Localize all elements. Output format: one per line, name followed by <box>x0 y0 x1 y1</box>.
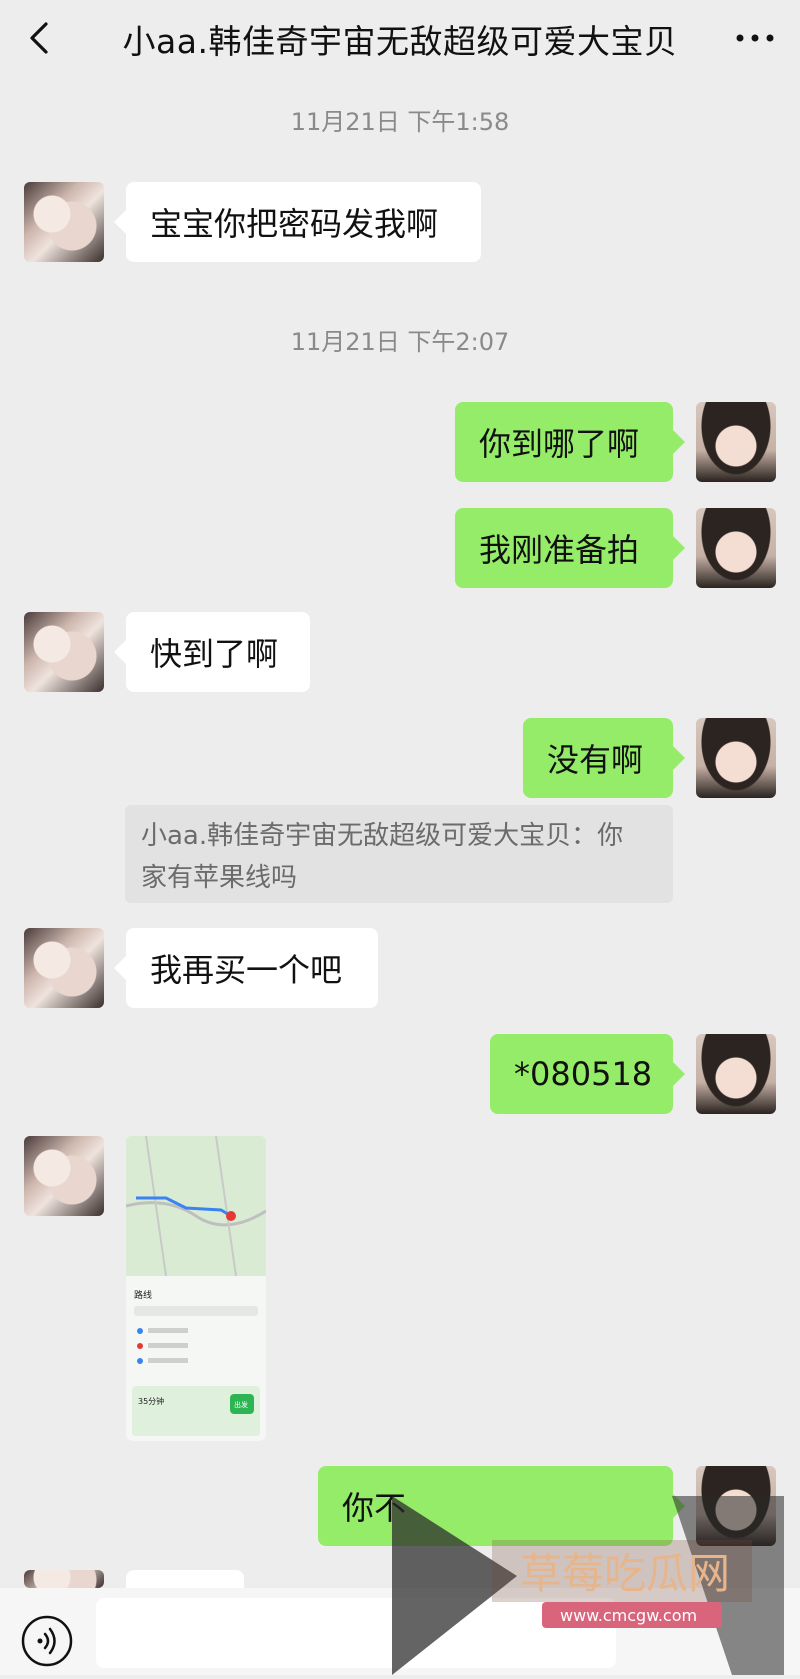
contact-avatar[interactable] <box>24 1136 104 1216</box>
more-icon <box>736 34 774 42</box>
quote-line: 家有苹果线吗 <box>141 863 298 893</box>
chevron-left-icon <box>30 22 48 54</box>
chat-header: 小aa.韩佳奇宇宙无敌超级可爱大宝贝 <box>0 0 800 78</box>
contact-avatar[interactable] <box>24 182 104 262</box>
my-avatar[interactable] <box>696 1466 776 1546</box>
message-bubble-sent[interactable]: 没有啊 <box>523 718 685 798</box>
chat-title: 小aa.韩佳奇宇宙无敌超级可爱大宝贝 <box>122 22 678 61</box>
timestamp: 11月21日 下午2:07 <box>290 328 510 356</box>
timestamp: 11月21日 下午1:58 <box>290 108 510 136</box>
contact-avatar[interactable] <box>24 928 104 1008</box>
back-button[interactable] <box>20 18 60 58</box>
voice-icon <box>21 1615 73 1667</box>
message-bubble-received[interactable] <box>126 1570 244 1588</box>
map-thumbnail: 路线 35分钟 出发 <box>126 1136 266 1441</box>
message-bubble-sent[interactable]: *080518 <box>490 1034 685 1114</box>
message-bubble-received[interactable]: 快到了啊 <box>114 612 310 692</box>
go-button-label: 出发 <box>234 1400 248 1409</box>
message-input[interactable] <box>96 1598 616 1668</box>
my-avatar[interactable] <box>696 508 776 588</box>
contact-avatar[interactable] <box>24 1570 104 1588</box>
my-avatar[interactable] <box>696 1034 776 1114</box>
contact-avatar[interactable] <box>24 612 104 692</box>
my-avatar[interactable] <box>696 402 776 482</box>
message-bubble-received[interactable]: 我再买一个吧 <box>114 928 378 1008</box>
message-bubble-sent[interactable]: 我刚准备拍 <box>455 508 685 588</box>
message-bubble-sent[interactable]: 你不 <box>318 1466 685 1546</box>
route-duration: 35分钟 <box>138 1396 164 1406</box>
message-bubble-sent[interactable]: 你到哪了啊 <box>455 402 685 482</box>
more-button[interactable] <box>730 18 780 58</box>
map-panel-title: 路线 <box>134 1289 152 1301</box>
voice-button[interactable] <box>20 1614 74 1668</box>
quote-line: 小aa.韩佳奇宇宙无敌超级可爱大宝贝：你 <box>141 821 624 851</box>
quoted-message[interactable]: 小aa.韩佳奇宇宙无敌超级可爱大宝贝：你 家有苹果线吗 <box>125 805 673 903</box>
my-avatar[interactable] <box>696 718 776 798</box>
message-bubble-received[interactable]: 宝宝你把密码发我啊 <box>114 182 481 262</box>
map-screenshot-image[interactable]: 路线 35分钟 出发 <box>126 1136 266 1441</box>
